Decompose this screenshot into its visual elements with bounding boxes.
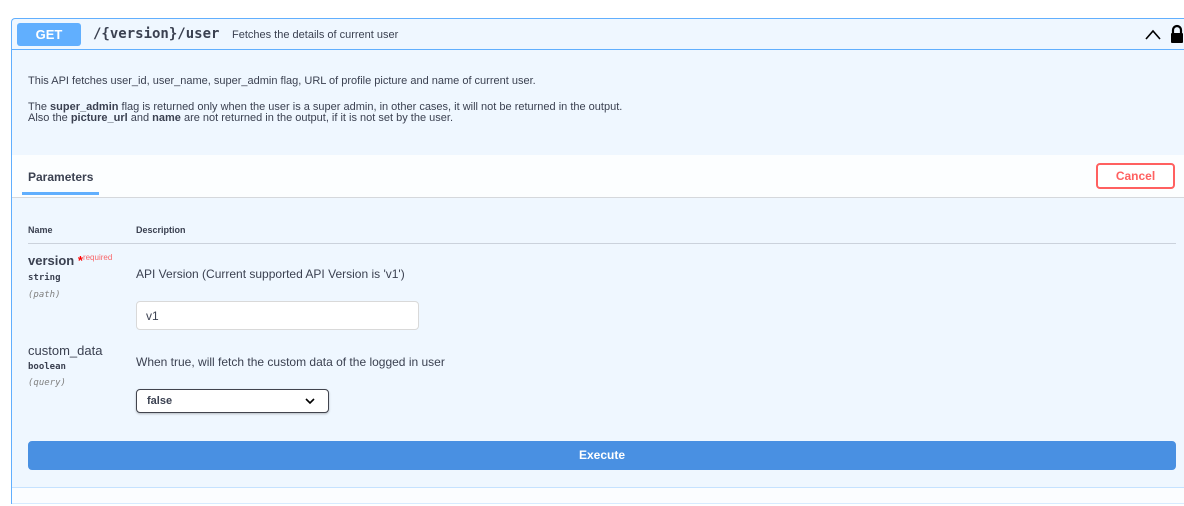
tab-active-indicator xyxy=(22,192,99,195)
operation-description: This API fetches user_id, user_name, sup… xyxy=(28,76,1128,124)
operation-block: GET /{version}/user Fetches the details … xyxy=(11,18,1184,506)
param-version-description: API Version (Current supported API Versi… xyxy=(136,267,405,281)
param-version-name: version *required xyxy=(28,253,113,268)
version-input[interactable] xyxy=(136,301,419,330)
operation-summary-text[interactable]: Fetches the details of current user xyxy=(232,28,398,42)
cancel-button[interactable]: Cancel xyxy=(1096,163,1175,189)
operation-summary[interactable]: GET /{version}/user Fetches the details … xyxy=(12,19,1184,50)
param-custom-data-location: (query) xyxy=(28,378,66,388)
method-badge[interactable]: GET xyxy=(17,23,81,46)
description-line-3: Also the picture_url and name are not re… xyxy=(28,112,453,124)
chevron-up-icon[interactable] xyxy=(1143,25,1163,45)
column-divider xyxy=(28,243,1176,244)
lock-icon[interactable] xyxy=(1169,24,1184,44)
param-custom-data-type: boolean xyxy=(28,362,66,372)
required-label: required xyxy=(82,253,113,262)
custom-data-selected-value: false xyxy=(147,395,173,407)
column-header-description: Description xyxy=(136,225,186,235)
responses-section-edge xyxy=(12,487,1184,506)
picture-url-term: picture_url xyxy=(70,112,128,124)
parameters-header: Parameters Cancel xyxy=(12,155,1184,198)
param-version-location: (path) xyxy=(28,290,61,300)
param-custom-data-name: custom_data xyxy=(28,343,103,358)
param-version-type: string xyxy=(28,273,61,283)
column-header-name: Name xyxy=(28,225,53,235)
description-line-1: This API fetches user_id, user_name, sup… xyxy=(28,75,536,87)
operation-path[interactable]: /{version}/user xyxy=(93,25,219,43)
chevron-down-icon xyxy=(305,398,315,405)
tab-parameters[interactable]: Parameters xyxy=(28,170,93,184)
param-custom-data-description: When true, will fetch the custom data of… xyxy=(136,355,445,369)
execute-button[interactable]: Execute xyxy=(28,441,1176,470)
name-term: name xyxy=(152,112,181,124)
custom-data-select[interactable]: false xyxy=(136,389,329,413)
